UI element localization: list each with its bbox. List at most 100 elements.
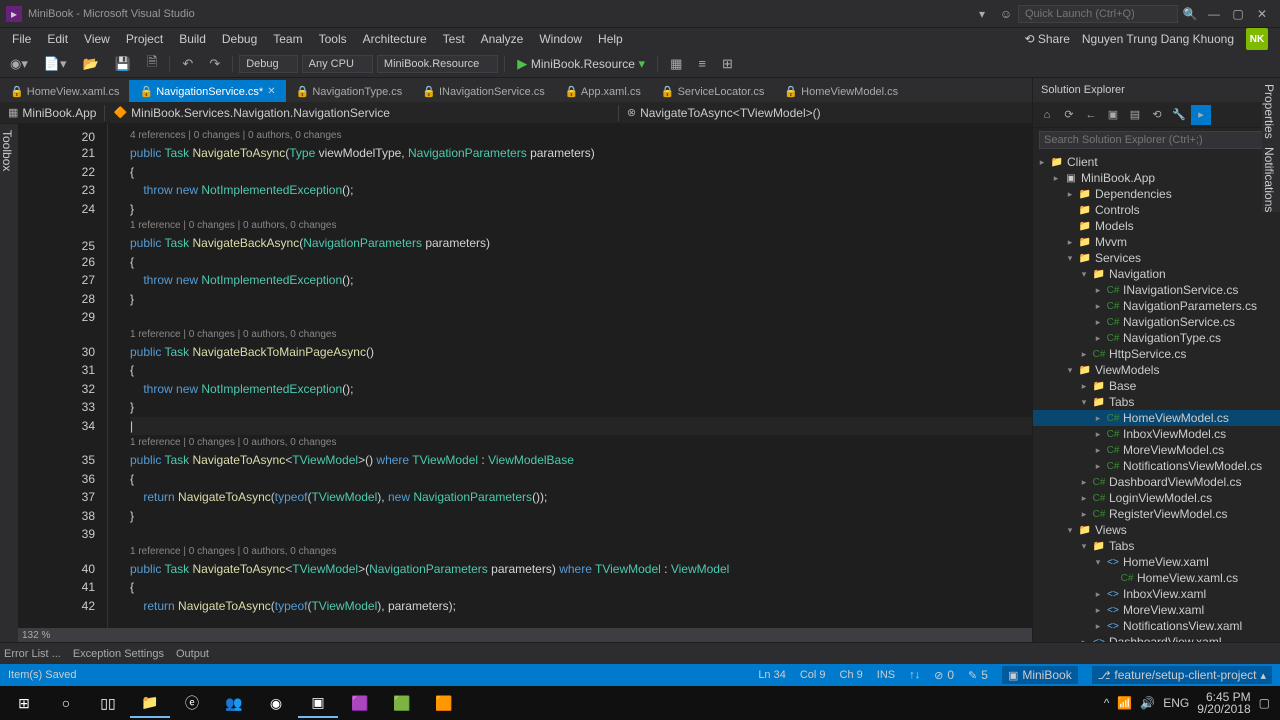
app-icon-2[interactable]: 🟩 <box>382 688 422 718</box>
tray-lang[interactable]: ENG <box>1163 697 1189 709</box>
tree-item[interactable]: ▸C#InboxViewModel.cs <box>1033 426 1280 442</box>
tray-sound-icon[interactable]: 🔊 <box>1140 697 1155 709</box>
platform-dropdown[interactable]: Any CPU <box>302 55 373 73</box>
status-project[interactable]: ▣ MiniBook <box>1002 666 1078 684</box>
open-button[interactable]: 📂 <box>77 53 105 75</box>
notification-icon[interactable]: ▾ <box>970 2 994 26</box>
tree-item[interactable]: ▸<>MoreView.xaml <box>1033 602 1280 618</box>
tree-item[interactable]: ▸C#RegisterViewModel.cs <box>1033 506 1280 522</box>
tray-chevron-icon[interactable]: ^ <box>1104 697 1110 709</box>
tree-item[interactable]: ▸C#NavigationService.cs <box>1033 314 1280 330</box>
tree-item[interactable]: ▸📁Base <box>1033 378 1280 394</box>
cortana-icon[interactable]: ○ <box>46 688 86 718</box>
search-icon[interactable]: 🔍 <box>1178 2 1202 26</box>
tree-item[interactable]: ▸C#NavigationParameters.cs <box>1033 298 1280 314</box>
tree-item[interactable]: ▸C#HttpService.cs <box>1033 346 1280 362</box>
back-button[interactable]: ◉▾ <box>4 53 34 75</box>
tree-item[interactable]: ▸📁Dependencies <box>1033 186 1280 202</box>
tree-item[interactable]: ▸<>DashboardView.xaml <box>1033 634 1280 642</box>
save-button[interactable]: 💾 <box>109 53 137 75</box>
tray-clock[interactable]: 6:45 PM9/20/2018 <box>1197 691 1250 715</box>
tb-icon-3[interactable]: ⊞ <box>716 53 739 75</box>
menu-view[interactable]: View <box>76 29 118 49</box>
run-button[interactable]: ▶ MiniBook.Resource ▾ <box>511 53 651 75</box>
tb-icon-2[interactable]: ≡ <box>692 53 712 74</box>
sol-collapse-icon[interactable]: ▣ <box>1103 105 1123 125</box>
project-context[interactable]: ▦ MiniBook.App <box>0 104 104 122</box>
sol-back-icon[interactable]: ← <box>1081 105 1101 125</box>
chrome-icon[interactable]: ◉ <box>256 688 296 718</box>
tree-item[interactable]: ▸▣MiniBook.App <box>1033 170 1280 186</box>
tree-item[interactable]: ▸C#HomeViewModel.cs <box>1033 410 1280 426</box>
sol-sync-icon[interactable]: ⟳ <box>1059 105 1079 125</box>
menu-edit[interactable]: Edit <box>39 29 76 49</box>
tree-item[interactable]: ▾📁Views <box>1033 522 1280 538</box>
tree-item[interactable]: ▾📁Services <box>1033 250 1280 266</box>
teams-icon[interactable]: 👥 <box>214 688 254 718</box>
tree-item[interactable]: 📁Models <box>1033 218 1280 234</box>
tree-item[interactable]: ▾📁Tabs <box>1033 394 1280 410</box>
tab-app-xaml-cs[interactable]: 🔒 App.xaml.cs <box>555 80 651 102</box>
tree-item[interactable]: ▸C#MoreViewModel.cs <box>1033 442 1280 458</box>
save-all-button[interactable]: 🗎 <box>141 50 163 78</box>
bottom-tab[interactable]: Error List ... <box>4 648 61 660</box>
toolbox-tab[interactable]: Toolbox <box>0 124 18 628</box>
menu-build[interactable]: Build <box>171 29 214 49</box>
quick-launch-input[interactable] <box>1018 5 1178 23</box>
menu-help[interactable]: Help <box>590 29 631 49</box>
sol-show-icon[interactable]: ▤ <box>1125 105 1145 125</box>
app-icon-1[interactable]: 🟪 <box>340 688 380 718</box>
share-button[interactable]: ⟲ Share <box>1024 32 1069 46</box>
menu-debug[interactable]: Debug <box>214 29 265 49</box>
tb-icon-1[interactable]: ▦ <box>664 53 688 75</box>
sol-home-icon[interactable]: ⌂ <box>1037 105 1057 125</box>
bottom-tab[interactable]: Exception Settings <box>73 648 164 660</box>
status-branch[interactable]: ⎇ feature/setup-client-project ▴ <box>1092 666 1272 684</box>
tray-notifications-icon[interactable]: ▢ <box>1259 697 1270 709</box>
maximize-icon[interactable]: ▢ <box>1226 2 1250 26</box>
tree-item[interactable]: ▸C#NavigationType.cs <box>1033 330 1280 346</box>
member-context[interactable]: ⊗ NavigateToAsync<TViewModel>() <box>619 104 1032 122</box>
status-source-control-icon[interactable]: ↑↓ <box>909 669 920 681</box>
zoom-level[interactable]: 132 % <box>18 630 54 641</box>
menu-project[interactable]: Project <box>118 29 171 49</box>
tree-item[interactable]: ▸📁Mvvm <box>1033 234 1280 250</box>
app-icon-3[interactable]: 🟧 <box>424 688 464 718</box>
class-context[interactable]: 🔶 MiniBook.Services.Navigation.Navigatio… <box>105 104 617 122</box>
tree-item[interactable]: C#HomeView.xaml.cs <box>1033 570 1280 586</box>
menu-file[interactable]: File <box>4 29 39 49</box>
menu-architecture[interactable]: Architecture <box>355 29 435 49</box>
redo-button[interactable]: ↷ <box>203 53 226 75</box>
tree-item[interactable]: ▸<>InboxView.xaml <box>1033 586 1280 602</box>
tab-navigationservice-cs-[interactable]: 🔒 NavigationService.cs* ✕ <box>129 80 285 102</box>
sol-preview-icon[interactable]: ▸ <box>1191 105 1211 125</box>
tree-item[interactable]: ▸C#NotificationsViewModel.cs <box>1033 458 1280 474</box>
tree-item[interactable]: ▾📁ViewModels <box>1033 362 1280 378</box>
tree-item[interactable]: 📁Controls <box>1033 202 1280 218</box>
tray-network-icon[interactable]: 📶 <box>1117 697 1132 709</box>
tab-homeview-xaml-cs[interactable]: 🔒 HomeView.xaml.cs <box>0 80 129 102</box>
status-edits[interactable]: ✎ 5 <box>968 668 988 682</box>
tab-homeviewmodel-cs[interactable]: 🔒 HomeViewModel.cs <box>774 80 908 102</box>
user-avatar[interactable]: NK <box>1246 28 1268 50</box>
menu-tools[interactable]: Tools <box>311 29 355 49</box>
tab-servicelocator-cs[interactable]: 🔒 ServiceLocator.cs <box>651 80 775 102</box>
start-button[interactable]: ⊞ <box>4 688 44 718</box>
code-editor[interactable]: Toolbox 20212223242526272829303132333435… <box>0 124 1032 628</box>
minimize-icon[interactable]: — <box>1202 2 1226 26</box>
solution-search-input[interactable] <box>1039 131 1274 149</box>
tree-item[interactable]: ▾📁Navigation <box>1033 266 1280 282</box>
sol-refresh-icon[interactable]: ⟲ <box>1147 105 1167 125</box>
tree-item[interactable]: ▾📁Tabs <box>1033 538 1280 554</box>
new-button[interactable]: 📄▾ <box>38 53 73 75</box>
sol-props-icon[interactable]: 🔧 <box>1169 105 1189 125</box>
menu-test[interactable]: Test <box>435 29 473 49</box>
menu-window[interactable]: Window <box>531 29 590 49</box>
bottom-tab[interactable]: Output <box>176 648 209 660</box>
tree-item[interactable]: ▸C#LoginViewModel.cs <box>1033 490 1280 506</box>
tree-item[interactable]: ▸<>NotificationsView.xaml <box>1033 618 1280 634</box>
vs-icon[interactable]: ▣ <box>298 688 338 718</box>
tree-item[interactable]: ▸C#INavigationService.cs <box>1033 282 1280 298</box>
explorer-icon[interactable]: 📁 <box>130 688 170 718</box>
status-errors[interactable]: ⊘ 0 <box>934 668 954 682</box>
